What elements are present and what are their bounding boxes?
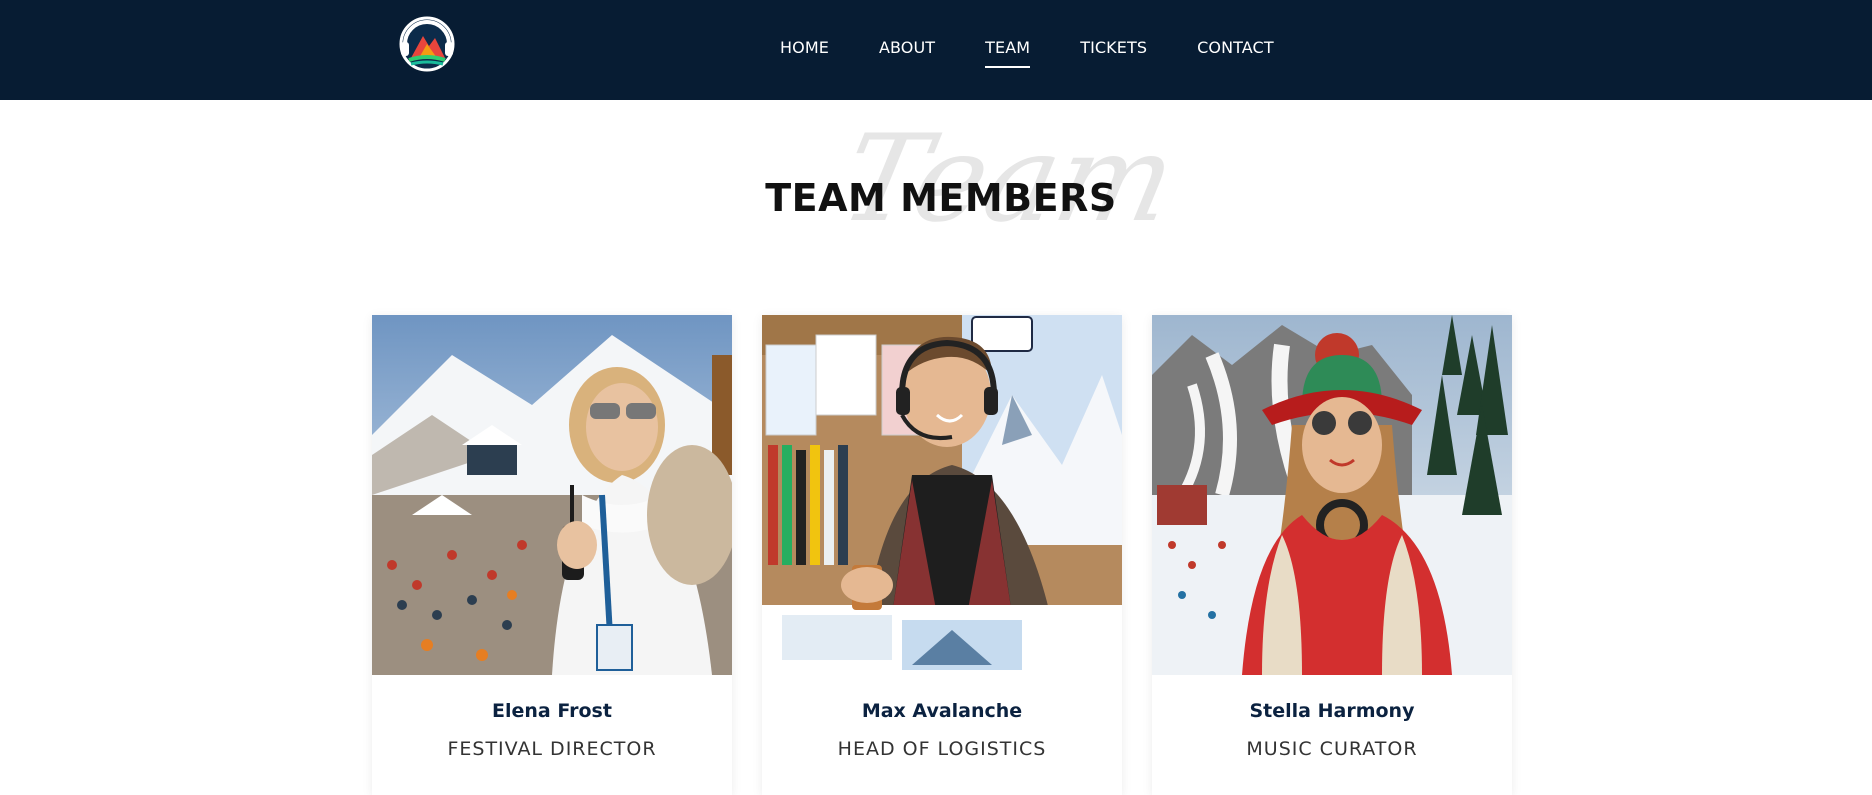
nav-tickets[interactable]: TICKETS xyxy=(1080,38,1147,57)
team-member-role: FESTIVAL DIRECTOR xyxy=(447,738,657,760)
main-nav: HOME ABOUT TEAM TICKETS CONTACT xyxy=(780,38,1274,68)
top-navbar: HOME ABOUT TEAM TICKETS CONTACT xyxy=(0,0,1872,100)
team-card-stella[interactable]: Stella Harmony MUSIC CURATOR xyxy=(1152,315,1512,795)
team-member-name: Elena Frost xyxy=(492,700,612,722)
team-card-elena[interactable]: Elena Frost FESTIVAL DIRECTOR xyxy=(372,315,732,795)
team-card-max[interactable]: Max Avalanche HEAD OF LOGISTICS xyxy=(762,315,1122,795)
team-photo-max xyxy=(762,315,1122,675)
team-photo-stella xyxy=(1152,315,1512,675)
team-member-name: Max Avalanche xyxy=(861,700,1023,722)
team-member-role: HEAD OF LOGISTICS xyxy=(837,738,1047,760)
team-photo-elena xyxy=(372,315,732,675)
page-title: TEAM MEMBERS xyxy=(765,176,1117,220)
nav-contact[interactable]: CONTACT xyxy=(1197,38,1274,57)
team-member-role: MUSIC CURATOR xyxy=(1246,738,1418,760)
nav-about[interactable]: ABOUT xyxy=(879,38,935,57)
team-section-heading: Team TEAM MEMBERS xyxy=(0,110,1872,250)
team-member-name: Stella Harmony xyxy=(1249,700,1415,722)
nav-team[interactable]: TEAM xyxy=(985,38,1031,68)
nav-home[interactable]: HOME xyxy=(780,38,829,57)
festival-logo-icon[interactable] xyxy=(397,14,457,74)
